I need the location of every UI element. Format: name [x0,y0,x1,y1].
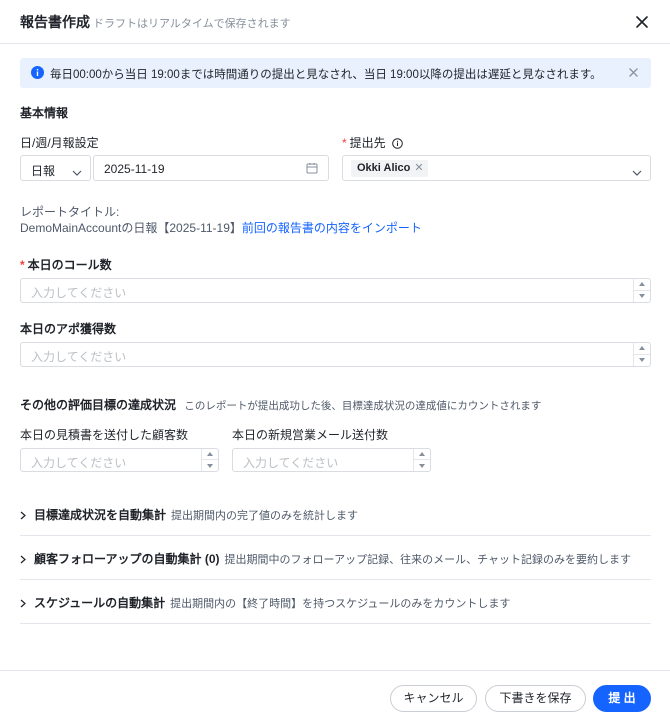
period-label: 日/週/月報設定 [20,136,99,150]
increment-icon[interactable] [202,449,218,460]
import-previous-link[interactable]: 前回の報告書の内容をインポート [242,221,422,235]
collapse-title: 目標達成状況を自動集計 [34,508,167,522]
quotes-label: 本日の見積書を送付した顧客数 [20,428,189,442]
collapse-header[interactable]: 顧客フォローアップの自動集計 (0) 提出期間中のフォローアップ記録、往来のメール… [20,550,631,567]
collapse-desc: 提出期間内の【終了時間】を持つスケジュールのみをカウントします [170,598,511,610]
calls-label: * 本日のコール数 [20,258,112,272]
chevron-right-icon [20,553,28,567]
recipient-select[interactable]: Okki Alico ✕ [342,155,651,181]
increment-icon[interactable] [634,279,650,291]
appointments-input[interactable]: 入力してください [20,342,651,367]
other-goals-heading: その他の評価目標の達成状況 このレポートが提出成功した後、目標達成状況の達成値に… [20,396,541,413]
chevron-right-icon [20,509,28,523]
quotes-input[interactable]: 入力してください [20,448,219,472]
recipient-tag: Okki Alico ✕ [351,160,428,177]
collapse-desc: 提出期間中のフォローアップ記録、往来のメール、チャット記録のみを要約します [224,554,631,566]
quotes-placeholder: 入力してください [31,456,127,470]
other-goals-title: その他の評価目標の達成状況 [20,398,177,412]
report-title-value: DemoMainAccountの日報【2025-11-19】 [20,221,242,235]
help-icon[interactable] [392,138,403,152]
chevron-right-icon [20,597,28,611]
basic-info-heading: 基本情報 [20,106,69,120]
date-picker[interactable]: 2025-11-19 [93,155,329,181]
info-icon [31,66,44,79]
close-icon[interactable] [632,12,652,32]
notice-close-icon[interactable] [628,67,639,78]
decrement-icon[interactable] [414,460,430,471]
period-value: 日報 [31,164,56,178]
collapse-header[interactable]: 目標達成状況を自動集計 提出期間内の完了値のみを統計します [20,506,358,523]
report-title-label: レポートタイトル: [20,205,120,219]
date-value: 2025-11-19 [104,162,165,176]
tag-remove-icon[interactable]: ✕ [414,162,423,174]
deadline-notice: 毎日00:00から当日 19:00までは時間通りの提出と見なされ、当日 19:0… [20,58,651,88]
modal-body[interactable]: 毎日00:00から当日 19:00までは時間通りの提出と見なされ、当日 19:0… [0,44,670,670]
chevron-down-icon [632,165,642,179]
modal-subtitle: ドラフトはリアルタイムで保存されます [93,18,291,30]
cancel-button[interactable]: キャンセル [390,685,477,712]
collapse-header[interactable]: スケジュールの自動集計 提出期間内の【終了時間】を持つスケジュールのみをカウントし… [20,594,510,611]
modal-footer: キャンセル 下書きを保存 提 出 [0,670,670,724]
appointments-placeholder: 入力してください [31,350,127,364]
appointments-label: 本日のアポ獲得数 [20,322,117,336]
calls-stepper [633,279,650,302]
calls-input[interactable]: 入力してください [20,278,651,303]
recipient-label: * 提出先 [342,134,403,152]
modal-header: 報告書作成 ドラフトはリアルタイムで保存されます [0,0,670,44]
submit-button[interactable]: 提 出 [593,685,651,712]
report-title-line: DemoMainAccountの日報【2025-11-19】前回の報告書の内容を… [20,219,422,236]
quotes-stepper [201,449,218,471]
emails-input[interactable]: 入力してください [232,448,431,472]
modal-title: 報告書作成 [20,14,90,30]
emails-label: 本日の新規営業メール送付数 [232,428,389,442]
collapse-title: 顧客フォローアップの自動集計 (0) [34,552,220,566]
collapse-desc: 提出期間内の完了値のみを統計します [171,510,359,522]
appointments-stepper [633,343,650,366]
emails-stepper [413,449,430,471]
collapse-followup-summary[interactable]: 顧客フォローアップの自動集計 (0) 提出期間中のフォローアップ記録、往来のメール… [20,536,651,580]
required-mark: * [342,136,347,150]
emails-placeholder: 入力してください [243,456,339,470]
calendar-icon [306,162,318,177]
decrement-icon[interactable] [634,355,650,367]
chevron-down-icon [72,165,82,179]
period-select[interactable]: 日報 [20,155,91,181]
collapse-goal-summary[interactable]: 目標達成状況を自動集計 提出期間内の完了値のみを統計します [20,492,651,536]
decrement-icon[interactable] [202,460,218,471]
collapse-schedule-summary[interactable]: スケジュールの自動集計 提出期間内の【終了時間】を持つスケジュールのみをカウントし… [20,580,651,624]
save-draft-button[interactable]: 下書きを保存 [485,685,586,712]
notice-text: 毎日00:00から当日 19:00までは時間通りの提出と見なされ、当日 19:0… [50,69,602,81]
other-goals-desc: このレポートが提出成功した後、目標達成状況の達成値にカウントされます [184,400,542,412]
increment-icon[interactable] [634,343,650,355]
decrement-icon[interactable] [634,291,650,303]
calls-placeholder: 入力してください [31,286,127,300]
collapse-title: スケジュールの自動集計 [34,596,166,610]
required-mark: * [20,258,25,272]
increment-icon[interactable] [414,449,430,460]
